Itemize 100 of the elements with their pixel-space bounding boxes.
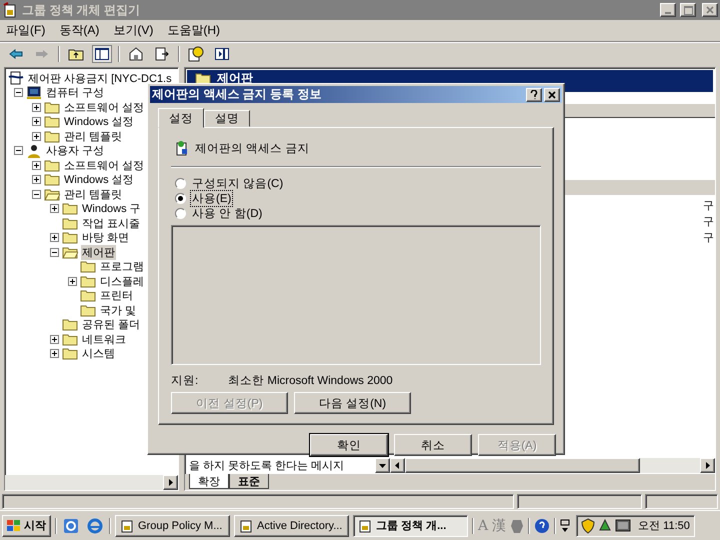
folder-icon bbox=[62, 202, 78, 216]
tree-item[interactable]: 시스템 bbox=[81, 346, 116, 362]
nav-button[interactable]: 다음 설정(N) bbox=[294, 392, 411, 414]
tree-item[interactable]: 제어판 bbox=[81, 244, 116, 260]
folder-icon bbox=[62, 318, 78, 332]
menu-item[interactable]: 파일(F) bbox=[6, 22, 46, 39]
maximize-button[interactable] bbox=[680, 3, 696, 17]
tree-item[interactable]: 공유된 폴더 bbox=[81, 317, 142, 332]
taskbar-button[interactable]: Active Directory... bbox=[234, 514, 349, 536]
expand-icon[interactable] bbox=[50, 233, 59, 242]
collapse-icon[interactable] bbox=[50, 248, 59, 257]
description-text: 을 하지 못하도록 한다는 메시지 bbox=[188, 458, 346, 472]
dialog-button[interactable]: 취소 bbox=[394, 434, 472, 456]
menu-item[interactable]: 보기(V) bbox=[113, 22, 154, 39]
expand-icon[interactable] bbox=[32, 175, 41, 184]
tree-item[interactable]: 제어판 사용금지 [NYC-DC1.s bbox=[27, 70, 173, 86]
list-cell-text: 구 bbox=[703, 231, 715, 246]
menu-item[interactable]: 동작(A) bbox=[59, 22, 100, 39]
tree-item[interactable]: Windows 설정 bbox=[63, 172, 135, 188]
tree-item[interactable]: 컴퓨터 구성 bbox=[45, 85, 106, 100]
tree-item[interactable]: 디스플레 bbox=[99, 274, 145, 289]
tray-icon[interactable] bbox=[598, 518, 612, 534]
collapse-icon[interactable] bbox=[14, 146, 23, 156]
radio-option[interactable]: 사용(E) bbox=[171, 191, 541, 206]
folder-icon bbox=[44, 100, 60, 114]
app-icon bbox=[120, 518, 134, 532]
network-icon[interactable] bbox=[560, 518, 570, 534]
start-button[interactable]: 시작 bbox=[2, 514, 51, 536]
monitor-icon[interactable] bbox=[615, 518, 632, 532]
list-cell-text: 구 bbox=[703, 215, 715, 230]
tree-item[interactable]: 소프트웨어 설정 bbox=[63, 158, 146, 173]
user-icon bbox=[26, 144, 42, 158]
radio-option[interactable]: 사용 안 함(D) bbox=[171, 206, 541, 222]
arrow-left-icon bbox=[394, 462, 401, 468]
expand-icon[interactable] bbox=[32, 117, 41, 126]
help-button[interactable] bbox=[186, 44, 206, 62]
expand-icon[interactable] bbox=[32, 102, 41, 112]
folder-icon bbox=[44, 115, 60, 128]
app-icon bbox=[239, 518, 253, 532]
tree-item[interactable]: 사용자 구성 bbox=[45, 143, 106, 158]
tree-item[interactable]: 네트워크 bbox=[81, 332, 127, 347]
tree-item[interactable]: Windows 구 bbox=[81, 201, 142, 216]
collapse-icon[interactable] bbox=[32, 190, 41, 199]
tree-item[interactable]: 프로그램 bbox=[99, 259, 145, 274]
clock: 오전 11:50 bbox=[638, 519, 690, 533]
browser-icon[interactable] bbox=[85, 516, 105, 534]
folder-icon bbox=[62, 231, 78, 244]
policy-name: 제어판의 액세스 금지 bbox=[195, 142, 310, 156]
scroll-right-button[interactable] bbox=[163, 475, 178, 490]
expand-icon[interactable] bbox=[32, 132, 41, 141]
expand-icon[interactable] bbox=[32, 160, 41, 170]
dialog-tab[interactable]: 설명 bbox=[204, 110, 250, 127]
folder-icon bbox=[62, 332, 78, 346]
maximize-icon bbox=[684, 6, 692, 14]
tree-item[interactable]: 바탕 화면 bbox=[81, 230, 130, 246]
radio-option[interactable]: 구성되지 않음(C) bbox=[171, 176, 541, 192]
tree-item[interactable]: 작업 표시줄 bbox=[81, 216, 142, 231]
arrow-right-icon bbox=[704, 462, 711, 468]
arrow-right-icon bbox=[167, 479, 174, 486]
expand-icon[interactable] bbox=[50, 349, 59, 358]
taskbar-button[interactable]: 그룹 정책 개... bbox=[353, 514, 468, 536]
dialog-tab[interactable]: 설정 bbox=[158, 108, 204, 128]
scroll-down-button[interactable] bbox=[375, 458, 390, 472]
policy-setting-icon bbox=[175, 140, 189, 156]
expand-icon[interactable] bbox=[68, 276, 77, 286]
folder-icon bbox=[80, 304, 96, 317]
menu-item[interactable]: 도움말(H) bbox=[167, 22, 220, 39]
computer-icon bbox=[26, 86, 42, 100]
tree-item[interactable]: 관리 템플릿 bbox=[63, 128, 124, 144]
folder-icon bbox=[80, 289, 96, 302]
tree-item[interactable]: 소프트웨어 설정 bbox=[63, 100, 146, 115]
expand-icon[interactable] bbox=[50, 334, 59, 344]
scroll-left-button[interactable] bbox=[390, 458, 405, 472]
close-icon bbox=[706, 6, 714, 14]
view-tab[interactable]: 확장 bbox=[189, 474, 229, 489]
tree-toggle-button[interactable] bbox=[92, 44, 112, 62]
tree-item[interactable]: 프린터 bbox=[99, 288, 134, 304]
minimize-button[interactable] bbox=[660, 3, 676, 17]
help-button[interactable] bbox=[526, 88, 542, 102]
folder-icon bbox=[62, 216, 78, 230]
close-button[interactable] bbox=[702, 3, 718, 17]
window-title: 그룹 정책 개체 편집기 bbox=[22, 2, 142, 18]
folder-icon bbox=[44, 130, 60, 143]
quick-launch-icon[interactable] bbox=[61, 516, 81, 534]
arrow-right-icon bbox=[35, 48, 49, 58]
scroll-thumb[interactable] bbox=[405, 458, 640, 472]
dialog-button[interactable]: 확인 bbox=[310, 434, 388, 456]
scroll-right-button[interactable] bbox=[700, 458, 715, 472]
taskbar-button[interactable]: Group Policy M... bbox=[115, 514, 230, 536]
shield-icon[interactable] bbox=[581, 518, 596, 534]
tree-item[interactable]: 관리 템플릿 bbox=[63, 186, 124, 202]
close-button[interactable] bbox=[544, 88, 560, 102]
question-icon bbox=[530, 90, 538, 99]
collapse-icon[interactable] bbox=[14, 88, 23, 98]
tree-item[interactable]: 국가 및 bbox=[99, 302, 138, 318]
view-tab[interactable]: 표준 bbox=[229, 474, 269, 489]
open-folder-icon bbox=[62, 246, 78, 259]
tree-item[interactable]: Windows 설정 bbox=[63, 114, 135, 130]
expand-icon[interactable] bbox=[50, 204, 59, 214]
help-icon[interactable] bbox=[534, 518, 550, 534]
